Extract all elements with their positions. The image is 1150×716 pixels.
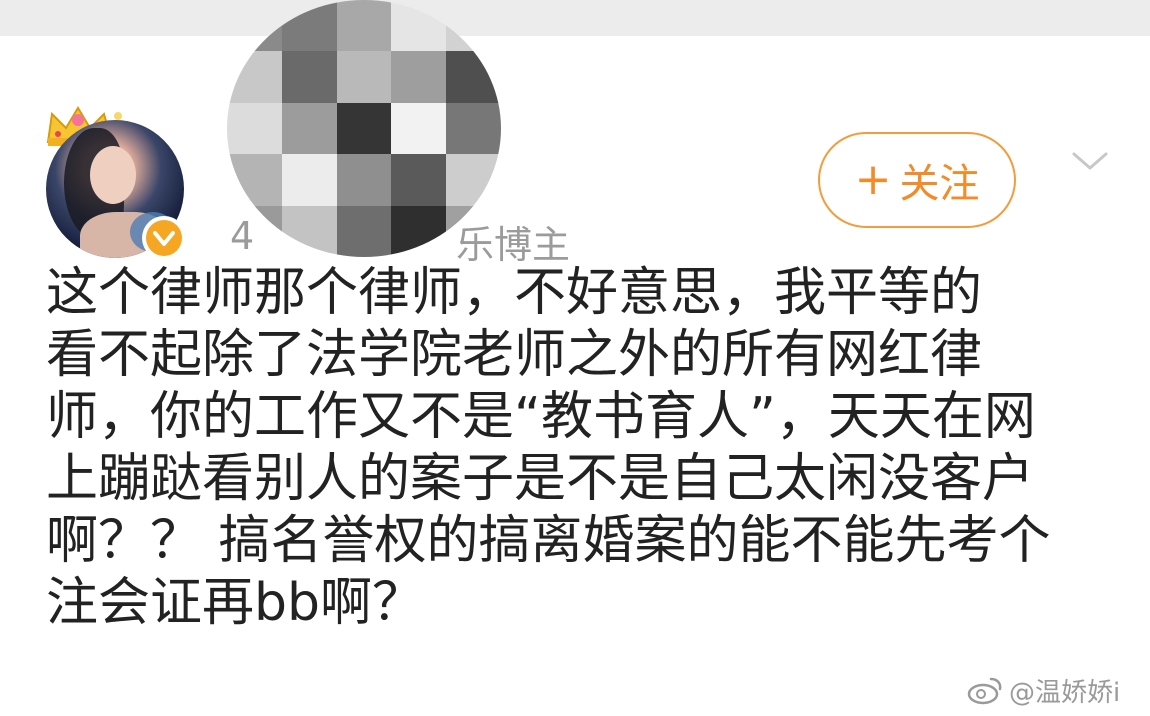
- plus-icon: +: [854, 154, 892, 205]
- chevron-down-icon[interactable]: [1070, 146, 1110, 176]
- content-line: 啊？？ 搞名誉权的搞离婚案的能不能先考个: [46, 511, 1051, 571]
- watermark-text: @温娇娇i: [1009, 677, 1121, 708]
- follow-label: 关注: [899, 161, 980, 207]
- post-card: 4 乐博主 + 关注 这个律师那个律师，不好意思，我平等的 看不起除了法学院老师…: [0, 36, 1150, 716]
- sub-prefix: 4: [230, 214, 255, 258]
- follow-button[interactable]: + 关注: [818, 132, 1016, 228]
- content-line: 注会证再bb啊？: [46, 573, 425, 633]
- content-line: 看不起除了法学院老师之外的所有网红律: [46, 325, 983, 385]
- watermark: @温娇娇i: [967, 672, 1120, 708]
- verified-icon: [142, 216, 186, 260]
- post-content: 这个律师那个律师，不好意思，我平等的 看不起除了法学院老师之外的所有网红律 师，…: [46, 262, 1126, 634]
- pixelated-username-mosaic: [227, 0, 501, 257]
- content-line: 这个律师那个律师，不好意思，我平等的: [46, 263, 983, 323]
- weibo-logo-icon: [967, 677, 1002, 705]
- content-line: 师，你的工作又不是“教书育人”，天天在网: [46, 387, 1036, 447]
- content-line: 上蹦跶看别人的案子是不是自己太闲没客户: [46, 449, 1035, 509]
- sub-suffix: 乐博主: [456, 223, 571, 267]
